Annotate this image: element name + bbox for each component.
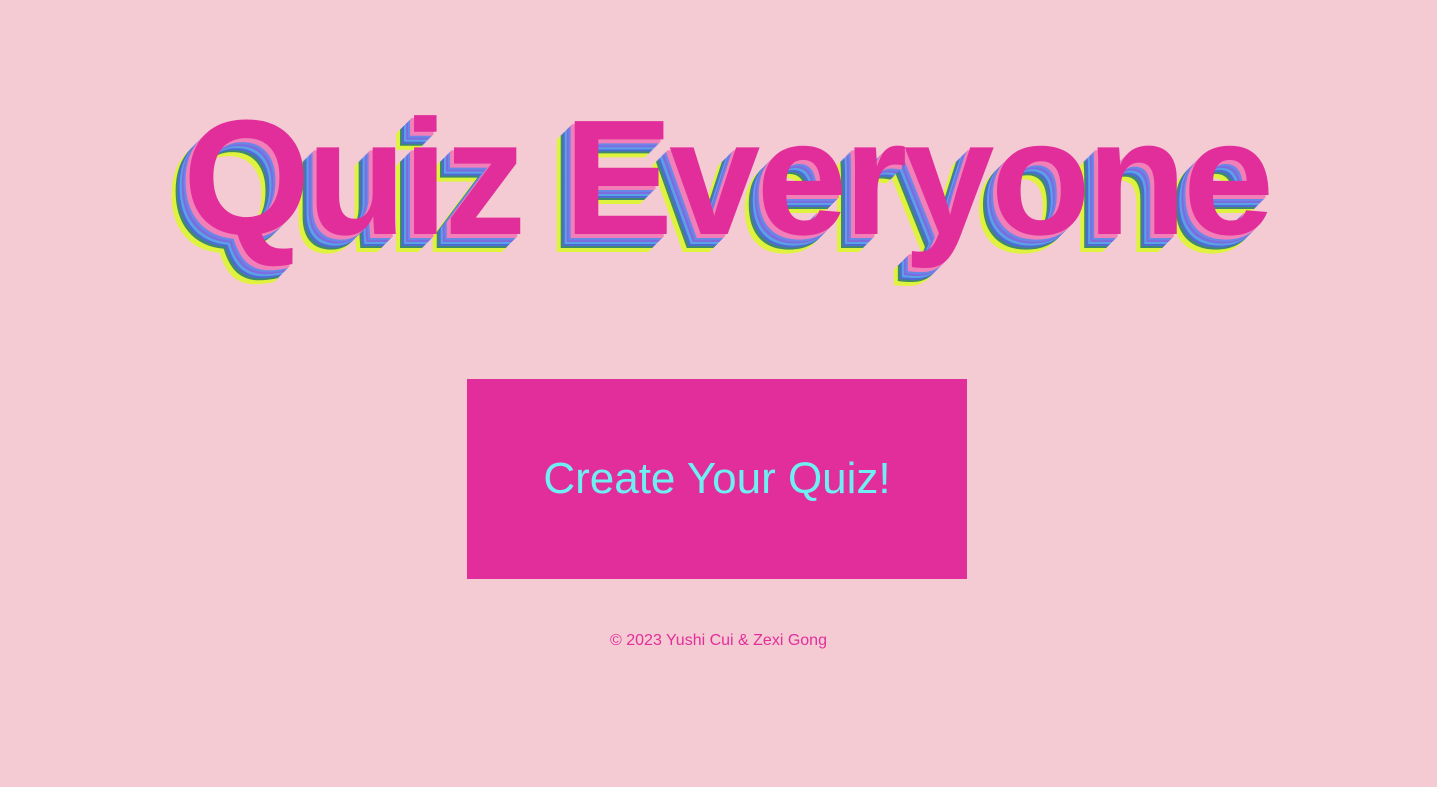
landing-page: Quiz Everyone Create Your Quiz! © 2023 Y… bbox=[0, 0, 1437, 787]
page-title: Quiz Everyone bbox=[182, 86, 1274, 269]
title-container: Quiz Everyone bbox=[0, 96, 1437, 260]
create-quiz-button[interactable]: Create Your Quiz! bbox=[467, 379, 967, 579]
copyright-footer: © 2023 Yushi Cui & Zexi Gong bbox=[610, 632, 827, 649]
